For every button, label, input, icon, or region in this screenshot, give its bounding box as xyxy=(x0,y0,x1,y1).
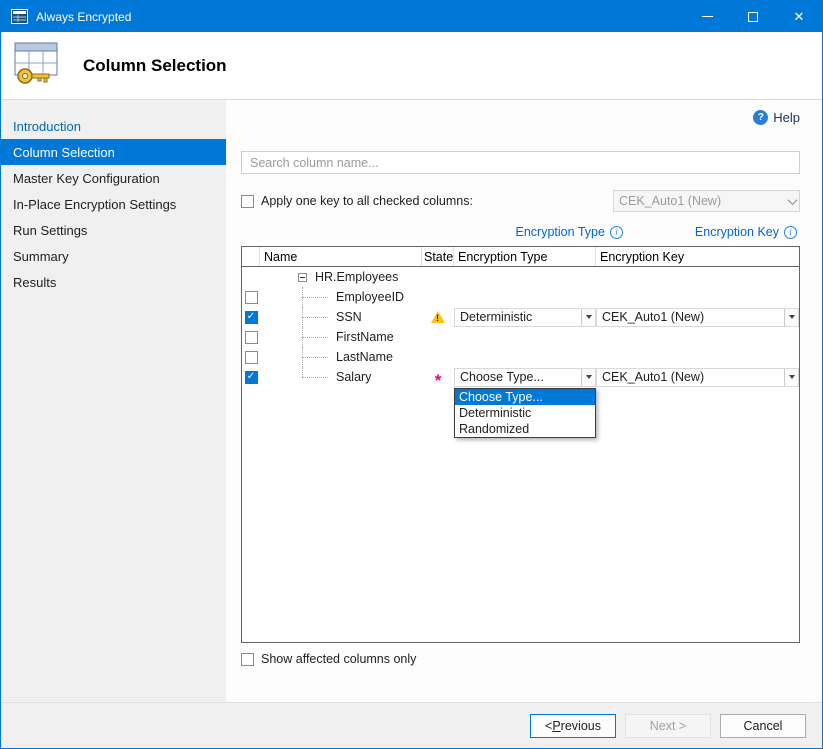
column-name: Salary xyxy=(336,370,371,384)
maximize-button[interactable] xyxy=(730,1,776,32)
close-button[interactable]: ✕ xyxy=(776,1,822,32)
state-column-header: State xyxy=(422,247,454,266)
wizard-footer: < Previous Next > Cancel xyxy=(1,702,822,748)
info-icon[interactable]: i xyxy=(784,226,797,239)
dropdown-option-choose-type-[interactable]: Choose Type... xyxy=(455,389,595,405)
title-bar: Always Encrypted ✕ xyxy=(1,1,822,32)
tree-line xyxy=(302,337,328,338)
apply-key-value: CEK_Auto1 (New) xyxy=(614,194,721,208)
column-name: FirstName xyxy=(336,330,394,344)
show-affected-label: Show affected columns only xyxy=(261,652,416,666)
sidebar-item-master-key-configuration[interactable]: Master Key Configuration xyxy=(1,165,226,191)
tree-line xyxy=(302,357,328,358)
chevron-down-icon[interactable] xyxy=(784,309,798,326)
encryption-key-combo-value: CEK_Auto1 (New) xyxy=(597,310,704,324)
apply-key-combo: CEK_Auto1 (New) xyxy=(613,190,800,212)
previous-label-key: P xyxy=(552,719,560,733)
show-affected-checkbox[interactable] xyxy=(241,653,254,666)
column-name: EmployeeID xyxy=(336,290,404,304)
encryption-type-column-header: Encryption Type xyxy=(454,247,596,266)
help-icon: ? xyxy=(753,110,768,125)
encryption-type-combo[interactable]: Choose Type... xyxy=(454,368,596,387)
chevron-down-icon[interactable] xyxy=(784,369,798,386)
maximize-icon xyxy=(748,12,758,22)
sidebar-item-column-selection[interactable]: Column Selection xyxy=(1,139,226,165)
table-row-ssn: SSN Deterministic CEK_Auto1 (New) xyxy=(242,307,799,327)
tree-line xyxy=(302,377,328,378)
minimize-button[interactable] xyxy=(684,1,730,32)
table-row-firstname: FirstName xyxy=(242,327,799,347)
row-checkbox[interactable] xyxy=(245,331,258,344)
previous-button[interactable]: < Previous xyxy=(530,714,616,738)
help-link[interactable]: ? Help xyxy=(241,110,800,125)
required-asterisk-icon: * xyxy=(435,371,442,391)
column-selection-panel: ? Help Apply one key to all checked colu… xyxy=(226,100,823,702)
encryption-key-combo[interactable]: CEK_Auto1 (New) xyxy=(596,368,799,387)
tree-collapse-icon[interactable] xyxy=(298,273,307,282)
sidebar-item-results[interactable]: Results xyxy=(1,269,226,295)
apply-one-key-label: Apply one key to all checked columns: xyxy=(261,194,473,208)
tree-line xyxy=(302,297,328,298)
help-label: Help xyxy=(773,110,800,125)
encryption-type-combo-value: Choose Type... xyxy=(455,370,544,384)
column-name: LastName xyxy=(336,350,393,364)
warning-icon xyxy=(431,311,445,323)
minimize-icon xyxy=(702,16,713,17)
row-checkbox[interactable] xyxy=(245,351,258,364)
dropdown-option-randomized[interactable]: Randomized xyxy=(455,421,595,437)
always-encrypted-window: Always Encrypted ✕ Column Selection xyxy=(0,0,823,749)
close-icon: ✕ xyxy=(794,9,805,25)
encrypted-table-icon xyxy=(11,40,63,91)
previous-label-pre: < xyxy=(545,719,552,733)
table-row-hr-employees: HR.Employees xyxy=(242,267,799,287)
next-button: Next > xyxy=(625,714,711,738)
table-row-employeeid: EmployeeID xyxy=(242,287,799,307)
row-checkbox[interactable] xyxy=(245,371,258,384)
page-title: Column Selection xyxy=(83,56,227,76)
search-input[interactable] xyxy=(241,151,800,174)
encryption-type-combo[interactable]: Deterministic xyxy=(454,308,596,327)
column-name: SSN xyxy=(336,310,362,324)
tree-line xyxy=(302,367,303,377)
columns-table: Name State Encryption Type Encryption Ke… xyxy=(241,246,800,643)
table-header: Name State Encryption Type Encryption Ke… xyxy=(242,247,799,267)
table-row-lastname: LastName xyxy=(242,347,799,367)
encryption-type-link[interactable]: Encryption Type xyxy=(516,225,605,239)
row-checkbox[interactable] xyxy=(245,311,258,324)
sidebar-item-run-settings[interactable]: Run Settings xyxy=(1,217,226,243)
app-icon xyxy=(11,9,28,24)
wizard-steps-sidebar: IntroductionColumn SelectionMaster Key C… xyxy=(1,100,226,702)
table-body: HR.Employees EmployeeID SSN Deterministic CE… xyxy=(242,267,799,387)
type-dropdown: Choose Type...DeterministicRandomized xyxy=(454,388,596,438)
sidebar-item-in-place-encryption-settings[interactable]: In-Place Encryption Settings xyxy=(1,191,226,217)
encryption-key-column-header: Encryption Key xyxy=(596,247,799,266)
chevron-down-icon[interactable] xyxy=(581,309,595,326)
chevron-down-icon[interactable] xyxy=(581,369,595,386)
name-column-header: Name xyxy=(260,247,422,266)
info-icon[interactable]: i xyxy=(610,226,623,239)
column-name: HR.Employees xyxy=(315,270,398,284)
encryption-type-combo-value: Deterministic xyxy=(455,310,532,324)
checkbox-column-header xyxy=(242,247,260,266)
row-checkbox[interactable] xyxy=(245,291,258,304)
sidebar-item-introduction[interactable]: Introduction xyxy=(1,113,226,139)
encryption-key-combo-value: CEK_Auto1 (New) xyxy=(597,370,704,384)
window-controls: ✕ xyxy=(684,1,822,32)
encryption-key-combo[interactable]: CEK_Auto1 (New) xyxy=(596,308,799,327)
window-title: Always Encrypted xyxy=(36,10,131,24)
dropdown-option-deterministic[interactable]: Deterministic xyxy=(455,405,595,421)
wizard-header: Column Selection xyxy=(1,32,822,100)
previous-label-post: revious xyxy=(561,719,601,733)
chevron-down-icon xyxy=(785,191,799,211)
apply-one-key-checkbox[interactable] xyxy=(241,195,254,208)
table-row-salary: Salary*Choose Type...CEK_Auto1 (New) xyxy=(242,367,799,387)
encryption-key-link[interactable]: Encryption Key xyxy=(695,225,779,239)
tree-line xyxy=(302,317,328,318)
cancel-button[interactable]: Cancel xyxy=(720,714,806,738)
sidebar-item-summary[interactable]: Summary xyxy=(1,243,226,269)
